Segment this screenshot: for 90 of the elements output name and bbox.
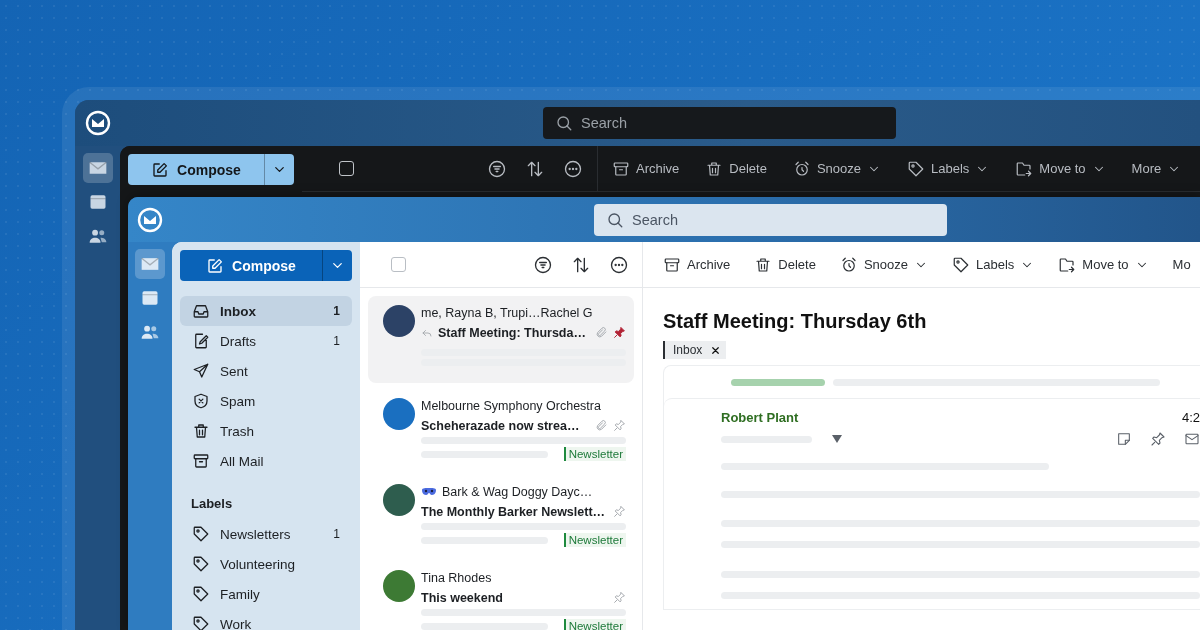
toolbar-button[interactable]: Delete xyxy=(705,159,767,178)
tag-icon xyxy=(192,555,210,573)
toolbar-button[interactable]: Delete xyxy=(754,255,816,274)
folder-arrow-icon xyxy=(1015,159,1034,178)
archive-box-icon xyxy=(192,452,210,470)
compose-menu-button[interactable] xyxy=(322,250,352,281)
tag-icon xyxy=(192,585,210,603)
more-button[interactable] xyxy=(609,254,629,275)
close-icon[interactable] xyxy=(710,344,722,356)
document-pencil-icon xyxy=(192,332,210,350)
pencil-icon xyxy=(206,256,225,275)
sidebar-item[interactable]: Inbox 1 xyxy=(180,296,352,326)
label-tag: Newsletter xyxy=(563,533,626,547)
compose-button[interactable]: Compose xyxy=(180,250,322,281)
note-icon[interactable] xyxy=(1116,431,1132,447)
more-button[interactable] xyxy=(563,158,583,179)
sender-name: Tina Rhodes xyxy=(421,570,492,585)
message-item[interactable]: Bark & Wag Doggy Dayc… The Monthly Barker Newslett… Newsletter xyxy=(368,475,634,555)
filter-button[interactable] xyxy=(533,254,553,275)
pencil-icon xyxy=(151,160,170,179)
sidebar-item[interactable]: Work xyxy=(180,609,352,630)
filter-icon xyxy=(487,158,507,179)
subject-text: The Monthly Barker Newslett… xyxy=(421,504,607,519)
search-field[interactable]: Search xyxy=(543,107,896,139)
toolbar-button[interactable]: Labels xyxy=(907,159,990,178)
sidebar-item[interactable]: Trash xyxy=(180,416,352,446)
pin-icon[interactable] xyxy=(1150,431,1166,447)
envelope-icon[interactable] xyxy=(1184,431,1200,447)
tag-icon xyxy=(907,159,926,178)
alarm-clock-icon xyxy=(839,255,858,274)
label-tag: Newsletter xyxy=(563,447,626,461)
tag-icon xyxy=(952,255,971,274)
search-field[interactable]: Search xyxy=(594,203,947,236)
tag-icon xyxy=(192,525,210,543)
sidebar-item[interactable]: Spam xyxy=(180,386,352,416)
message-time: 4:2 xyxy=(1181,410,1200,425)
section-heading: Labels xyxy=(190,495,234,513)
logo-icon xyxy=(84,110,111,136)
mail-tab[interactable] xyxy=(82,153,113,183)
trash-icon xyxy=(192,422,210,440)
sidebar-item[interactable]: Newsletters 1 xyxy=(180,519,352,549)
sender-name: Bark & Wag Doggy Dayc… xyxy=(442,484,593,499)
compose-button[interactable]: Compose xyxy=(128,154,264,185)
tag-icon xyxy=(192,615,210,630)
toolbar-button[interactable]: Snooze xyxy=(792,159,882,178)
toolbar-button[interactable]: More xyxy=(1131,161,1182,176)
toolbar-button[interactable]: Move to xyxy=(1015,159,1106,178)
checkbox[interactable] xyxy=(391,257,406,272)
sidebar-item[interactable]: Sent xyxy=(180,356,352,386)
sidebar-item[interactable]: Drafts 1 xyxy=(180,326,352,356)
filter-icon xyxy=(533,254,553,275)
toolbar-button[interactable]: Snooze xyxy=(839,255,929,274)
compose-menu-button[interactable] xyxy=(264,154,294,185)
subject-text: Staff Meeting: Thursda… xyxy=(438,325,587,340)
toolbar-button[interactable]: Mo xyxy=(1172,257,1191,272)
mail-tab[interactable] xyxy=(135,249,165,279)
shield-x-icon xyxy=(192,392,210,410)
toolbar-button[interactable]: Move to xyxy=(1058,255,1149,274)
checkbox[interactable] xyxy=(339,161,354,176)
label-tag: Newsletter xyxy=(563,619,626,630)
search-icon xyxy=(555,114,573,132)
trash-icon xyxy=(754,255,773,274)
search-icon xyxy=(606,210,624,229)
alarm-clock-icon xyxy=(792,159,811,178)
sidebar-item[interactable]: Volunteering xyxy=(180,549,352,579)
filter-button[interactable] xyxy=(487,158,507,179)
logo-icon xyxy=(137,206,163,233)
sidebar-item[interactable]: Family xyxy=(180,579,352,609)
inbox-tray-icon xyxy=(192,302,210,320)
message-title: Staff Meeting: Thursday 6th xyxy=(663,310,928,333)
more-icon xyxy=(609,254,629,275)
message-item[interactable]: Tina Rhodes This weekend Newsletter xyxy=(368,561,634,630)
more-icon xyxy=(563,158,583,179)
message-item[interactable]: Melbourne Symphony Orchestra Scheherazade now strea… Newsletter xyxy=(368,389,634,469)
toolbar-button[interactable]: Archive xyxy=(612,159,680,178)
archive-icon xyxy=(663,255,681,274)
sender-name: Robert Plant xyxy=(721,410,799,425)
sidebar-item[interactable]: All Mail xyxy=(180,446,352,476)
folder-arrow-icon xyxy=(1058,255,1077,274)
sender-name: me, Rayna B, Trupi…Rachel G xyxy=(421,305,593,320)
subject-text: Scheherazade now strea… xyxy=(421,418,581,433)
subject-text: This weekend xyxy=(421,590,504,605)
trash-icon xyxy=(705,159,724,178)
sender-name: Melbourne Symphony Orchestra xyxy=(421,398,601,413)
archive-icon xyxy=(612,159,630,178)
paper-plane-icon xyxy=(192,362,210,380)
label-chip: Inbox xyxy=(663,341,727,359)
toolbar-button[interactable]: Archive xyxy=(663,255,731,274)
toolbar-button[interactable]: Labels xyxy=(952,255,1035,274)
caret-icon[interactable] xyxy=(832,435,842,443)
